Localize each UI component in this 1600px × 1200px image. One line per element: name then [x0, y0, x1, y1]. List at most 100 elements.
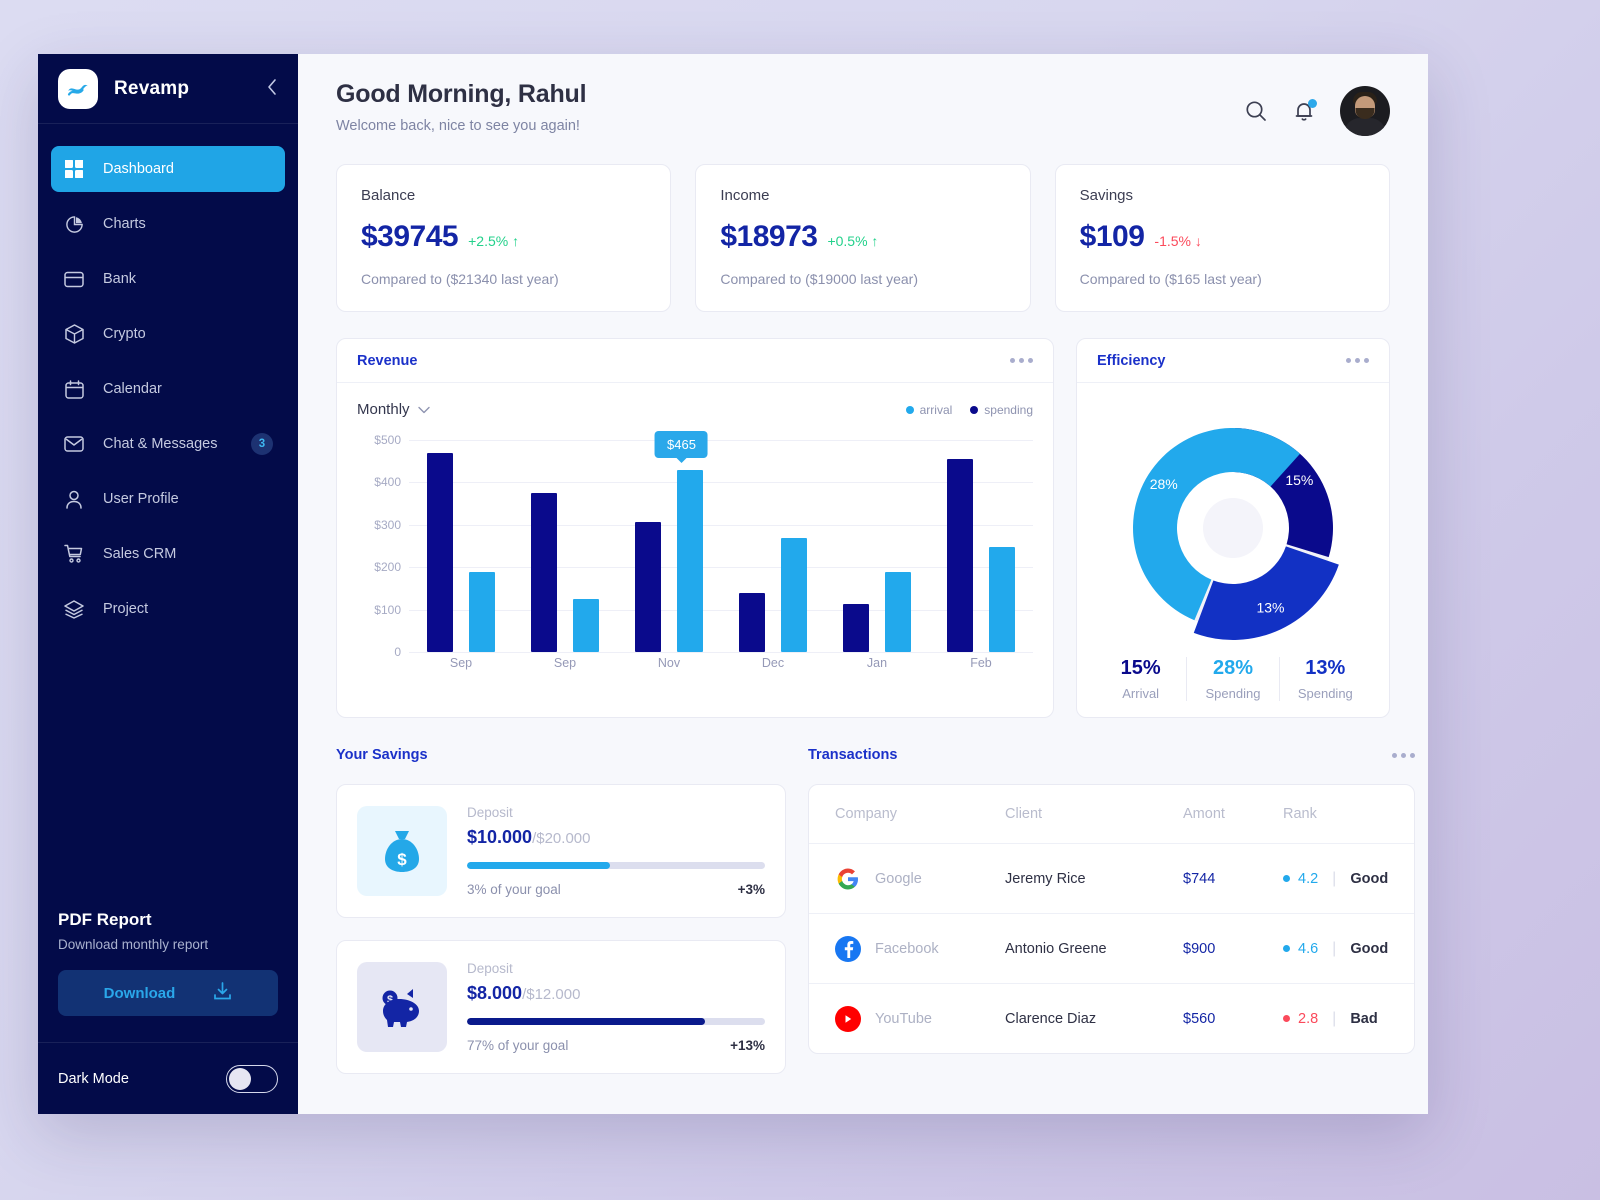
dark-mode-row: Dark Mode [38, 1042, 298, 1114]
sidebar-item-crypto[interactable]: Crypto [51, 311, 285, 357]
bar-spending[interactable] [947, 459, 973, 652]
transaction-amount: $560 [1183, 1010, 1216, 1027]
sidebar-item-label: Charts [103, 216, 146, 232]
y-tick-label: $200 [374, 560, 401, 575]
stat-card-balance: Balance $39745 +2.5% ↑ Compared to ($213… [336, 164, 672, 312]
transactions-section-title: Transactions [808, 747, 898, 763]
company-name: Facebook [875, 940, 939, 957]
mail-icon [63, 433, 85, 455]
stat-cards: Balance $39745 +2.5% ↑ Compared to ($213… [336, 164, 1390, 312]
stat-card-income: Income $18973 +0.5% ↑ Compared to ($1900… [695, 164, 1031, 312]
status-badge: Bad [1350, 1010, 1378, 1027]
stat-label: Balance [361, 187, 416, 204]
donut-slice[interactable] [1193, 546, 1339, 640]
efficiency-card-header: Efficiency [1077, 339, 1389, 383]
bar-group [409, 440, 513, 652]
bar-spending[interactable] [635, 521, 661, 652]
youtube-icon [835, 1005, 861, 1032]
bar-arrival[interactable] [469, 572, 495, 652]
table-header-row: Company Client Amont Rank [809, 785, 1414, 843]
bar-spending[interactable] [427, 452, 453, 652]
sidebar-item-user-profile[interactable]: User Profile [51, 476, 285, 522]
money-bag-icon: $ [357, 806, 447, 896]
dark-mode-label: Dark Mode [58, 1070, 129, 1087]
download-icon [213, 981, 232, 1005]
top-actions [1244, 80, 1390, 136]
savings-label: Deposit [467, 805, 513, 820]
stat-label: Savings [1079, 187, 1134, 204]
bar-arrival[interactable] [781, 538, 807, 652]
download-button[interactable]: Download [58, 970, 278, 1016]
bar-spending[interactable] [739, 592, 765, 652]
table-row[interactable]: Google Jeremy Rice $744 4.2 | Good [809, 843, 1415, 913]
stat-value: $39745 [361, 220, 459, 253]
bar-spending[interactable] [843, 604, 869, 652]
bar-arrival[interactable] [885, 572, 911, 652]
download-button-label: Download [103, 984, 176, 1002]
period-select[interactable]: Monthly [357, 401, 430, 418]
y-tick-label: $300 [374, 517, 401, 532]
stat-comparison: Compared to ($21340 last year) [361, 271, 559, 287]
avatar[interactable] [1340, 86, 1390, 136]
layers-icon [63, 598, 85, 620]
bar-group [513, 440, 617, 652]
bar-arrival[interactable] [989, 546, 1015, 652]
more-options-icon[interactable] [1010, 358, 1033, 363]
savings-progress-bar [467, 862, 765, 869]
bar-spending[interactable] [531, 493, 557, 652]
sidebar-nav: Dashboard Charts Bank Crypto Calendar Ch [38, 124, 298, 641]
facebook-icon [835, 935, 861, 962]
bar-arrival[interactable] [677, 469, 703, 652]
efficiency-body: 15% 13% 28% 15% Arrival 28% Spending 13% [1077, 383, 1389, 717]
sidebar-item-bank[interactable]: Bank [51, 256, 285, 302]
bar-group [721, 440, 825, 652]
more-options-icon[interactable] [1392, 752, 1416, 758]
pdf-report-title: PDF Report [58, 910, 152, 929]
sidebar-item-dashboard[interactable]: Dashboard [51, 146, 285, 192]
transactions-table: Company Client Amont Rank Google Jeremy … [808, 784, 1416, 1054]
chevron-left-icon[interactable] [266, 78, 278, 99]
efficiency-legend: 15% Arrival 28% Spending 13% Spending [1095, 657, 1371, 701]
sidebar-item-charts[interactable]: Charts [51, 201, 285, 247]
sidebar-item-label: Project [103, 601, 149, 617]
more-options-icon[interactable] [1346, 358, 1369, 363]
donut-slice-label: 13% [1256, 600, 1284, 616]
sidebar-item-chat-messages[interactable]: Chat & Messages 3 [51, 421, 285, 467]
sidebar-item-project[interactable]: Project [51, 586, 285, 632]
sidebar-item-calendar[interactable]: Calendar [51, 366, 285, 412]
table-row[interactable]: YouTube Clarence Diaz $560 2.8 | Bad [809, 983, 1415, 1053]
efficiency-pct: 28% [1212, 657, 1253, 679]
savings-amount: $8.000 [467, 983, 523, 1003]
chart-row: Revenue Monthly arrival spending 0 $100 … [336, 338, 1390, 718]
efficiency-pct: 15% [1120, 657, 1161, 679]
rank-value: 2.8 [1298, 1010, 1319, 1027]
stat-delta: +2.5% ↑ [468, 233, 520, 249]
x-tick-label: Dec [761, 656, 785, 670]
savings-delta: +13% [730, 1038, 765, 1053]
sidebar: Revamp Dashboard Charts Bank Crypto Cale… [38, 54, 298, 1114]
revenue-legend: arrival spending [905, 403, 1033, 417]
transaction-amount: $744 [1183, 870, 1216, 887]
table-row[interactable]: Facebook Antonio Greene $900 4.6 | Good [809, 913, 1415, 983]
efficiency-donut-chart: 15% 13% 28% [1095, 403, 1371, 653]
page-title: Good Morning, Rahul [336, 80, 587, 108]
rank-value: 4.6 [1298, 940, 1319, 957]
dark-mode-toggle[interactable] [226, 1064, 278, 1093]
x-tick-label: Sep [449, 656, 473, 670]
x-axis-labels: Sep Sep Nov Dec Jan Feb [409, 656, 1033, 670]
savings-goal-text: 77% of your goal [467, 1038, 569, 1053]
bell-icon[interactable] [1292, 99, 1317, 123]
stat-label: Income [720, 187, 770, 204]
search-icon[interactable] [1244, 99, 1268, 123]
piggy-bank-icon: $ [357, 962, 447, 1052]
rank-dot [1283, 945, 1290, 952]
stat-value: $109 [1079, 220, 1145, 253]
sidebar-item-sales-crm[interactable]: Sales CRM [51, 531, 285, 577]
sidebar-item-label: Crypto [103, 326, 146, 342]
bar-arrival[interactable] [573, 598, 599, 652]
revenue-title: Revenue [357, 352, 418, 369]
user-icon [63, 488, 85, 510]
pie-chart-icon [63, 213, 85, 235]
transactions-column: Transactions Company Client Amont Rank G… [808, 742, 1416, 1096]
svg-text:$: $ [397, 850, 407, 869]
